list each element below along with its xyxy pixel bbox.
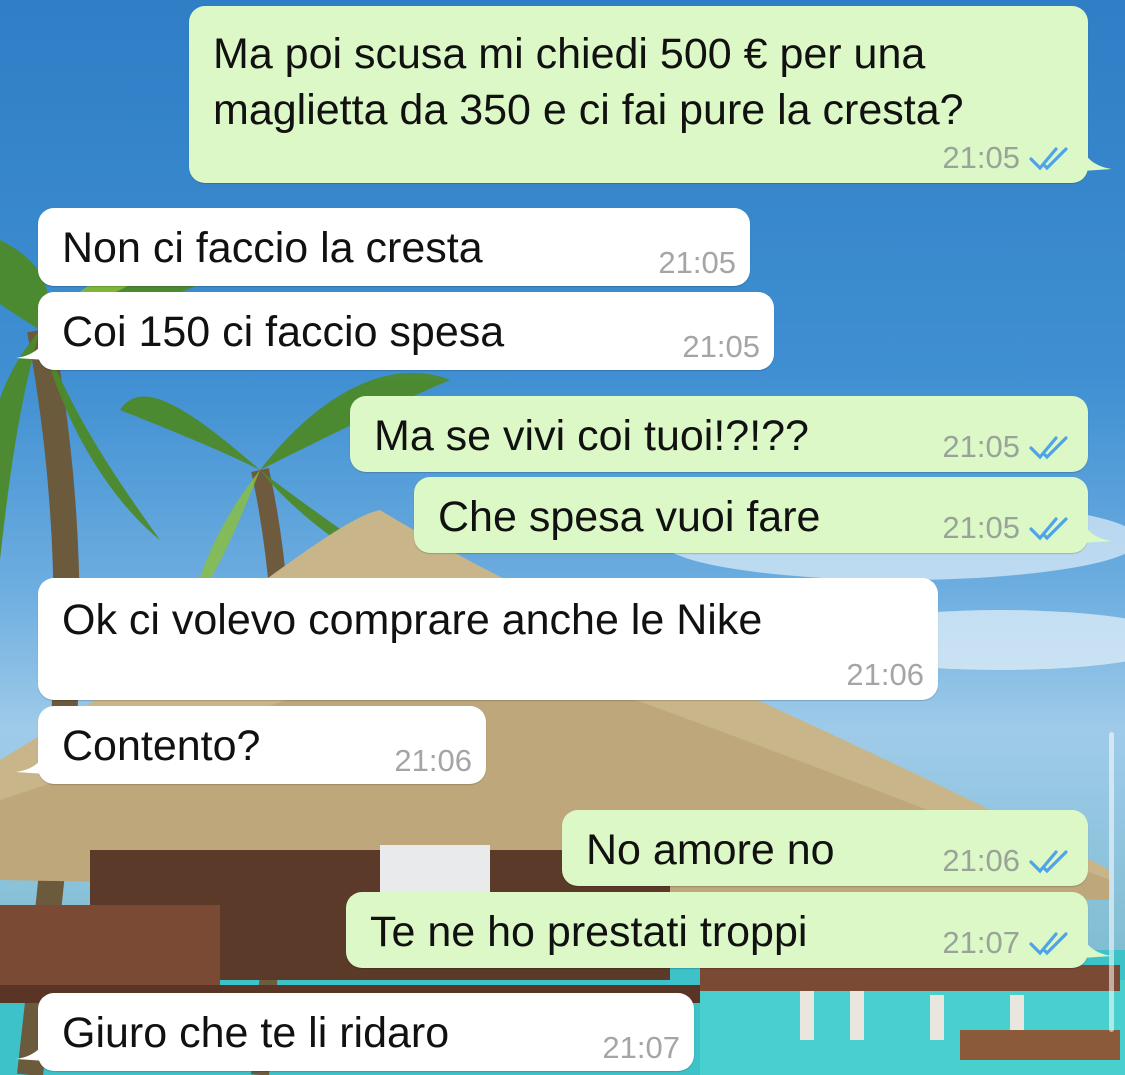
message-meta: 21:05 xyxy=(942,511,1074,545)
read-ticks-icon xyxy=(1029,436,1068,460)
message-time: 21:07 xyxy=(602,1030,680,1065)
message-text: Contento? xyxy=(62,722,261,770)
message-time: 21:07 xyxy=(942,925,1020,960)
message-bubble-outgoing[interactable]: No amore no 21:06 xyxy=(562,810,1088,886)
message-text: Che spesa vuoi fare xyxy=(438,493,821,541)
bubble-tail-icon xyxy=(16,1039,46,1061)
bubble-tail-icon xyxy=(1082,936,1112,958)
message-text: Te ne ho prestati troppi xyxy=(370,908,808,956)
read-ticks-icon xyxy=(1029,850,1068,874)
message-text: Coi 150 ci faccio spesa xyxy=(62,308,505,356)
message-bubble-incoming[interactable]: Giuro che te li ridaro 21:07 xyxy=(16,993,694,1071)
message-bubble-incoming[interactable]: Coi 150 ci faccio spesa 21:05 xyxy=(16,292,774,370)
message-meta: 21:06 xyxy=(942,844,1074,878)
message-time: 21:05 xyxy=(658,245,736,280)
message-bubble-outgoing[interactable]: Ma se vivi coi tuoi!?!?? 21:05 xyxy=(350,396,1088,472)
message-meta: 21:06 xyxy=(394,744,472,778)
message-time: 21:06 xyxy=(942,843,1020,878)
scroll-indicator[interactable] xyxy=(1109,732,1114,1032)
message-bubble-outgoing[interactable]: Ma poi scusa mi chiedi 500 € per una mag… xyxy=(189,6,1112,183)
message-text: Ma se vivi coi tuoi!?!?? xyxy=(374,412,809,460)
message-meta: 21:06 xyxy=(846,658,924,692)
message-meta: 21:07 xyxy=(602,1031,680,1065)
message-meta: 21:07 xyxy=(942,926,1074,960)
bubble-tail-icon xyxy=(16,752,46,774)
message-bubble-outgoing[interactable]: Te ne ho prestati troppi 21:07 xyxy=(346,892,1112,968)
message-time: 21:05 xyxy=(942,429,1020,464)
message-bubble-incoming[interactable]: Contento? 21:06 xyxy=(16,706,486,784)
message-text: Non ci faccio la cresta xyxy=(62,224,483,272)
message-time: 21:05 xyxy=(682,329,760,364)
message-text: Ma poi scusa mi chiedi 500 € per una xyxy=(213,30,926,78)
message-time: 21:05 xyxy=(942,140,1020,175)
bubble-tail-icon xyxy=(1082,149,1112,171)
message-time: 21:05 xyxy=(942,510,1020,545)
read-ticks-icon xyxy=(1029,517,1068,541)
message-text: maglietta da 350 e ci fai pure la cresta… xyxy=(213,86,964,134)
message-text: Ok ci volevo comprare anche le Nike xyxy=(62,596,763,644)
message-bubble-incoming[interactable]: Non ci faccio la cresta 21:05 xyxy=(38,208,750,286)
read-ticks-icon xyxy=(1029,932,1068,956)
bubble-tail-icon xyxy=(1082,521,1112,543)
message-meta: 21:05 xyxy=(942,430,1074,464)
message-time: 21:06 xyxy=(394,743,472,778)
message-meta: 21:05 xyxy=(658,246,736,280)
message-text: No amore no xyxy=(586,826,835,874)
bubble-tail-icon xyxy=(16,338,46,360)
message-text: Giuro che te li ridaro xyxy=(62,1009,450,1057)
message-meta: 21:05 xyxy=(682,330,760,364)
message-bubble-outgoing[interactable]: Che spesa vuoi fare 21:05 xyxy=(414,477,1112,553)
read-ticks-icon xyxy=(1029,147,1068,171)
message-time: 21:06 xyxy=(846,657,924,692)
message-bubble-incoming[interactable]: Ok ci volevo comprare anche le Nike 21:0… xyxy=(38,578,938,700)
message-meta: 21:05 xyxy=(942,141,1074,175)
